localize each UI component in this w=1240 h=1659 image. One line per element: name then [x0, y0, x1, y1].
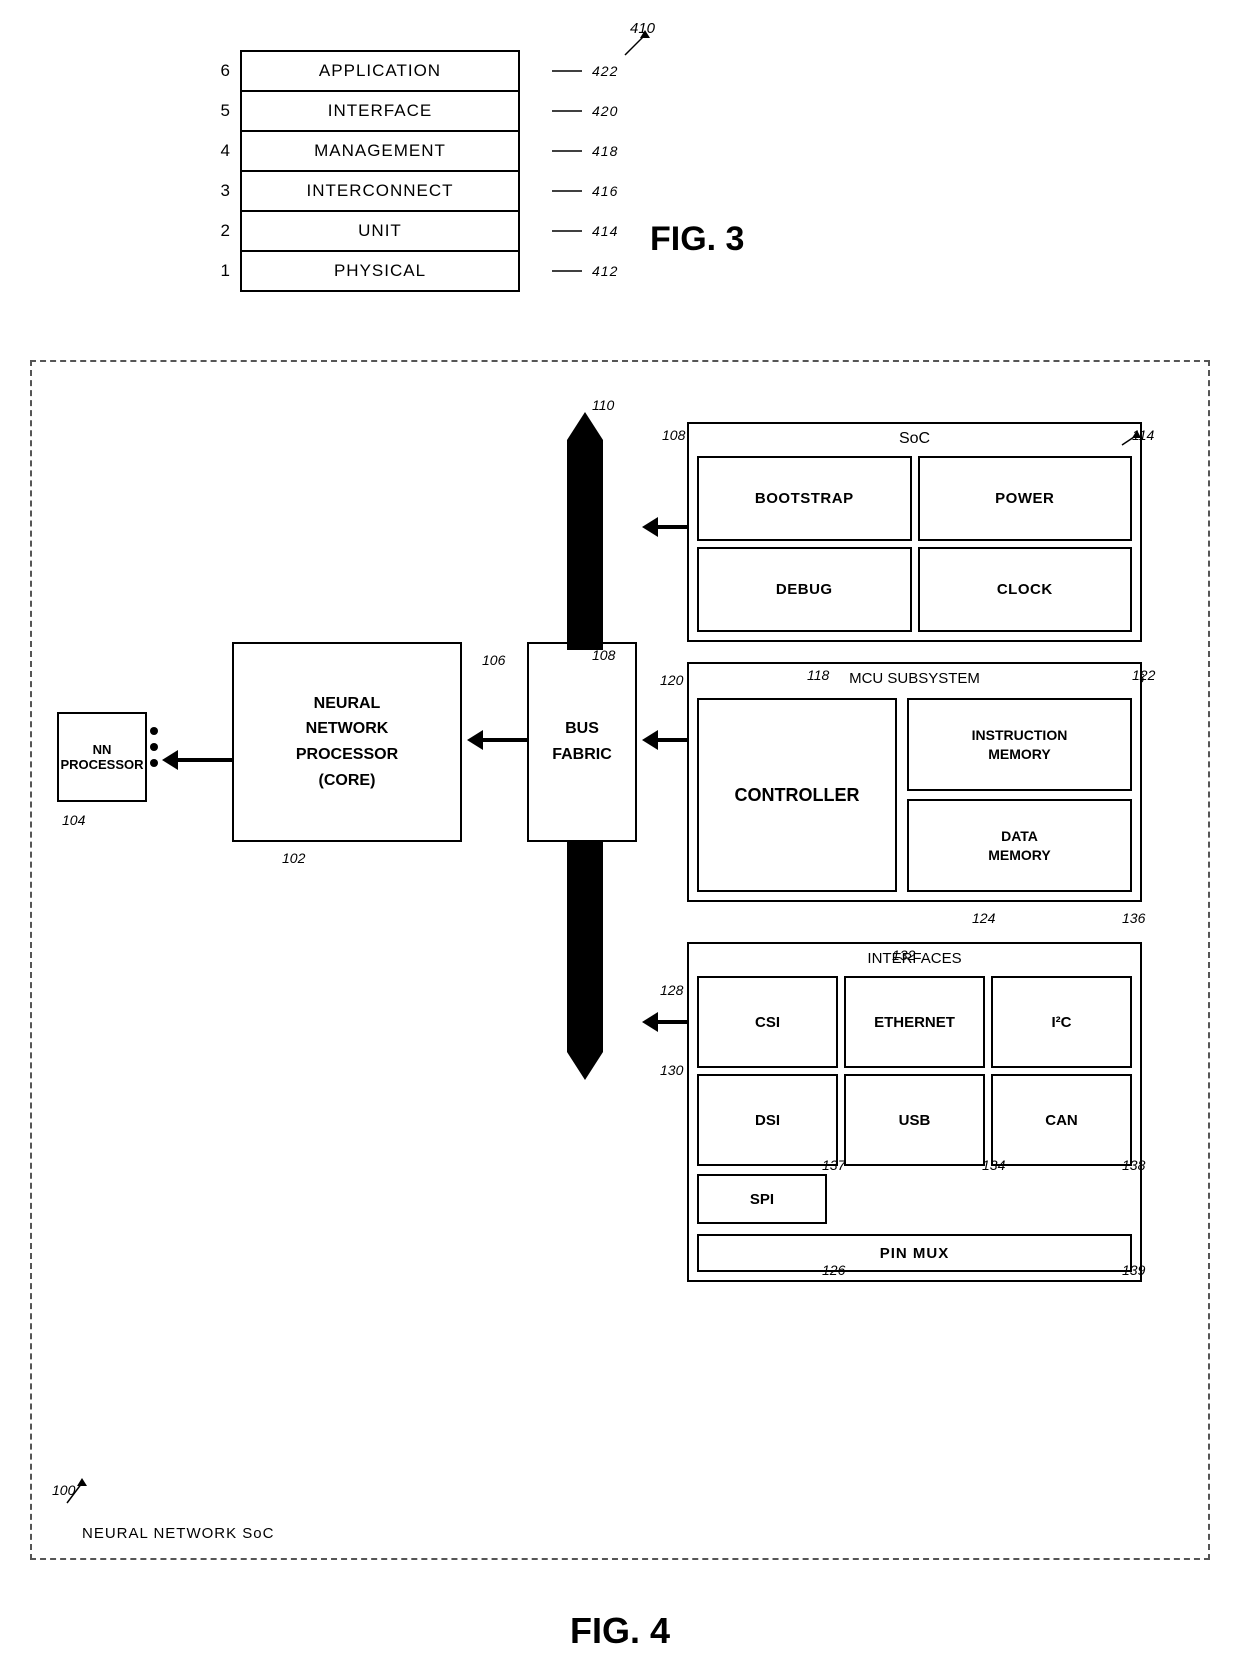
pinmux-label: PIN MUX: [880, 1245, 950, 1262]
ref-108a: 108: [592, 647, 615, 663]
instruction-memory-label: INSTRUCTIONMEMORY: [972, 726, 1068, 762]
soc-box: SoC BOOTSTRAP POWER DEBUG CLOCK: [687, 422, 1142, 642]
layer-box-1: PHYSICAL412: [240, 250, 520, 292]
ref-120: 120: [660, 672, 683, 688]
layer-num-2: 2: [200, 221, 230, 241]
spi-cell: SPI: [697, 1174, 827, 1224]
layer-row-3: 3 INTERCONNECT416: [200, 170, 800, 212]
ref-122: 122: [1132, 667, 1155, 683]
nn-processor-label2: PROCESSOR: [60, 757, 143, 772]
mcu-box: MCU SUBSYSTEM CONTROLLER INSTRUCTIONMEMO…: [687, 662, 1142, 902]
ref-128: 128: [660, 982, 683, 998]
nn-processor-box: NN PROCESSOR: [57, 712, 147, 802]
ref-118: 118: [807, 667, 829, 683]
soc-debug: DEBUG: [697, 547, 912, 632]
ref-104: 104: [62, 812, 85, 828]
nn-processor-label1: NN: [93, 742, 112, 757]
layer-num-4: 4: [200, 141, 230, 161]
layer-ref-4: 418: [552, 141, 618, 161]
i2c-cell: I²C: [991, 976, 1132, 1068]
interfaces-box: INTERFACES CSI ETHERNET I²C DSI USB CAN …: [687, 942, 1142, 1282]
ethernet-cell: ETHERNET: [844, 976, 985, 1068]
ref-124: 124: [972, 910, 995, 926]
mcu-title: MCU SUBSYSTEM: [849, 670, 980, 687]
ref-139: 139: [1122, 1262, 1145, 1278]
ref-106: 106: [482, 652, 505, 668]
ref-108b: 108: [662, 427, 685, 443]
nnp-core-label: NEURALNETWORKPROCESSOR(CORE): [296, 691, 398, 793]
spi-label: SPI: [750, 1191, 774, 1208]
layer-box-3: INTERCONNECT416: [240, 170, 520, 212]
bus-fabric-box: BUSFABRIC: [527, 642, 637, 842]
ref-114-arrow: [1117, 430, 1147, 450]
soc-power: POWER: [918, 456, 1133, 541]
fig4-title: FIG. 4: [570, 1610, 670, 1652]
dsi-cell: DSI: [697, 1074, 838, 1166]
ref-138: 138: [1122, 1157, 1145, 1173]
layer-box-2: UNIT414: [240, 210, 520, 252]
connector-dots: [150, 727, 158, 767]
instruction-memory-box: INSTRUCTIONMEMORY: [907, 698, 1132, 791]
layer-row-4: 4 MANAGEMENT418: [200, 130, 800, 172]
fig3-title: FIG. 3: [650, 220, 744, 259]
ref-136: 136: [1122, 910, 1145, 926]
usb-cell: USB: [844, 1074, 985, 1166]
mcu-controller-box: CONTROLLER: [697, 698, 897, 892]
layer-ref-1: 412: [552, 261, 618, 281]
layer-box-6: APPLICATION422: [240, 50, 520, 92]
large-up-arrow: [567, 412, 603, 650]
layer-ref-2: 414: [552, 221, 618, 241]
layer-ref-3: 416: [552, 181, 618, 201]
layer-row-5: 5 INTERFACE420: [200, 90, 800, 132]
layer-num-1: 1: [200, 261, 230, 281]
soc-title: SoC: [899, 430, 930, 448]
ref-134: 134: [982, 1157, 1005, 1173]
layer-ref-6: 422: [552, 61, 618, 81]
ref-137: 137: [822, 1157, 845, 1173]
layer-row-6: 6 APPLICATION422: [200, 50, 800, 92]
mcu-controller-label: CONTROLLER: [735, 785, 860, 806]
data-memory-box: DATAMEMORY: [907, 799, 1132, 892]
ref-110: 110: [592, 397, 614, 413]
fig4-outer-box: NEURAL NETWORK SoC 100 NN PROCESSOR 104: [30, 360, 1210, 1560]
bus-fabric-label: BUSFABRIC: [552, 716, 612, 767]
soc-clock: CLOCK: [918, 547, 1133, 632]
csi-cell: CSI: [697, 976, 838, 1068]
layer-box-5: INTERFACE420: [240, 90, 520, 132]
can-cell: CAN: [991, 1074, 1132, 1166]
layer-box-4: MANAGEMENT418: [240, 130, 520, 172]
layer-num-5: 5: [200, 101, 230, 121]
layer-num-3: 3: [200, 181, 230, 201]
data-memory-label: DATAMEMORY: [988, 827, 1050, 863]
ref-126: 126: [822, 1262, 845, 1278]
nnp-core-box: NEURALNETWORKPROCESSOR(CORE): [232, 642, 462, 842]
layer-ref-5: 420: [552, 101, 618, 121]
ref-130: 130: [660, 1062, 683, 1078]
pinmux-cell: PIN MUX: [697, 1234, 1132, 1272]
ref-102: 102: [282, 850, 305, 866]
soc-bootstrap: BOOTSTRAP: [697, 456, 912, 541]
layer-num-6: 6: [200, 61, 230, 81]
neural-network-soc-label: NEURAL NETWORK SoC: [82, 1525, 274, 1542]
large-down-arrow: [567, 842, 603, 1080]
ref-100-arrow: [62, 1478, 92, 1508]
ref-132: 132: [892, 947, 915, 963]
